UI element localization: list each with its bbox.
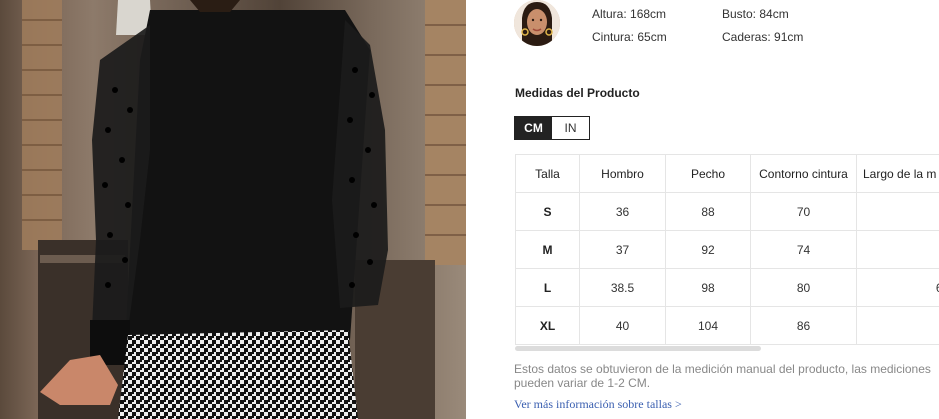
size-info-link[interactable]: Ver más información sobre tallas >: [514, 397, 682, 412]
header-size: Talla: [515, 154, 580, 193]
measurements-title: Medidas del Producto: [515, 86, 640, 100]
photo-divider: [466, 0, 502, 419]
size-cell: L: [515, 268, 580, 307]
unit-in-button[interactable]: IN: [552, 117, 589, 139]
size-cell: XL: [515, 306, 580, 345]
table-cell: 36: [579, 192, 666, 231]
table-row: XL 40 104 86 69: [515, 306, 939, 345]
table-cell: 104: [665, 306, 751, 345]
table-row: S 36 88 70 65: [515, 192, 939, 231]
unit-toggle: CM IN: [514, 116, 590, 140]
table-cell: 38.5: [579, 268, 666, 307]
table-cell: 69: [856, 306, 939, 345]
model-height: Altura: 168cm: [592, 7, 667, 21]
model-waist: Cintura: 65cm: [592, 30, 667, 44]
model-face-icon: [514, 0, 560, 46]
table-cell: 88: [665, 192, 751, 231]
table-cell: 70: [750, 192, 857, 231]
table-row: M 37 92 74 66: [515, 230, 939, 269]
table-cell: 92: [665, 230, 751, 269]
header-waist: Contorno cintura: [750, 154, 857, 193]
measurement-disclaimer: Estos datos se obtuvieron de la medición…: [514, 362, 931, 390]
table-cell: 66: [856, 230, 939, 269]
header-chest: Pecho: [665, 154, 751, 193]
size-table-container[interactable]: Talla Hombro Pecho Contorno cintura Larg…: [515, 154, 939, 346]
table-cell: 80: [750, 268, 857, 307]
header-length: Largo de la m: [856, 154, 939, 193]
product-photo-illustration: [22, 0, 466, 419]
size-table: Talla Hombro Pecho Contorno cintura Larg…: [515, 154, 939, 345]
table-cell: 86: [750, 306, 857, 345]
table-cell: 65: [856, 192, 939, 231]
model-bust: Busto: 84cm: [722, 7, 789, 21]
model-hips: Caderas: 91cm: [722, 30, 804, 44]
size-cell: M: [515, 230, 580, 269]
table-cell: 67.5: [856, 268, 939, 307]
table-cell: 98: [665, 268, 751, 307]
table-cell: 74: [750, 230, 857, 269]
table-cell: 40: [579, 306, 666, 345]
unit-cm-button[interactable]: CM: [515, 117, 552, 139]
table-horizontal-scrollbar[interactable]: [515, 346, 761, 351]
table-row: L 38.5 98 80 67.5: [515, 268, 939, 307]
table-header-row: Talla Hombro Pecho Contorno cintura Larg…: [515, 154, 939, 193]
product-photo[interactable]: [0, 0, 466, 419]
size-cell: S: [515, 192, 580, 231]
table-cell: 37: [579, 230, 666, 269]
header-shoulder: Hombro: [579, 154, 666, 193]
model-avatar: [514, 0, 560, 46]
